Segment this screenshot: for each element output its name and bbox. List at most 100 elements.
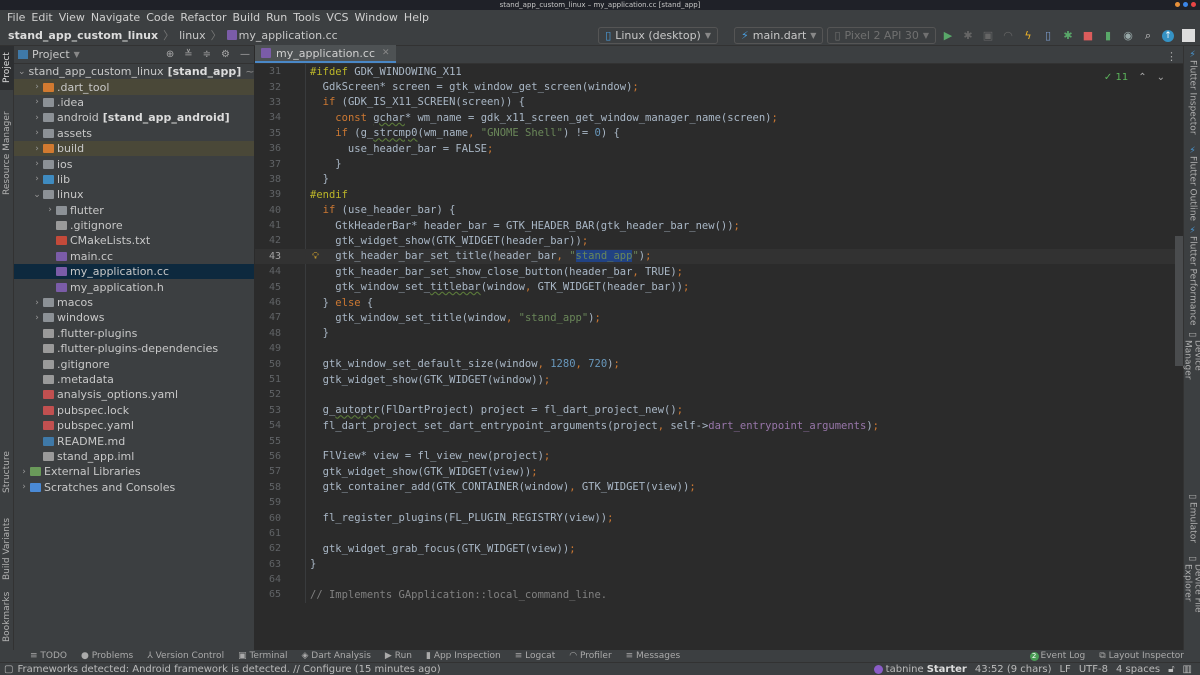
status-message[interactable]: Frameworks detected: Android framework i… [17, 664, 440, 675]
menu-vcs[interactable]: VCS [323, 10, 351, 25]
code-line[interactable]: 55 [255, 433, 1183, 448]
tree-item[interactable]: CMakeLists.txt [14, 233, 254, 248]
cursor-position[interactable]: 43:52 (9 chars) [975, 664, 1052, 675]
tool-window-profiler[interactable]: ◠ Profiler [569, 651, 611, 661]
tabnine-widget[interactable]: tabnine Starter [873, 664, 967, 675]
code-line[interactable]: 57 gtk_widget_show(GTK_WIDGET(view)); [255, 464, 1183, 479]
code-line[interactable]: 38 } [255, 172, 1183, 187]
code-line[interactable]: 54 fl_dart_project_set_dart_entrypoint_a… [255, 418, 1183, 433]
line-separator[interactable]: LF [1059, 664, 1070, 675]
chevron-right-icon[interactable]: › [18, 482, 30, 492]
emulator-selector[interactable]: ▯ Pixel 2 API 30 ▼ [827, 27, 936, 44]
device-icon[interactable]: ▯ [1040, 28, 1056, 44]
project-view-selector[interactable]: Project [32, 48, 70, 61]
code-line[interactable]: 37 } [255, 156, 1183, 171]
tree-item[interactable]: .flutter-plugins [14, 326, 254, 341]
chevron-right-icon[interactable]: › [31, 128, 43, 138]
tool-window-logcat[interactable]: ≡ Logcat [515, 651, 555, 661]
chevron-right-icon[interactable]: › [31, 313, 43, 323]
code-line[interactable]: 32 GdkScreen* screen = gtk_window_get_sc… [255, 79, 1183, 94]
chevron-right-icon[interactable]: › [31, 159, 43, 169]
run-icon[interactable]: ▶ [940, 28, 956, 44]
code-line[interactable]: 64 [255, 572, 1183, 587]
tree-item[interactable]: › lib [14, 172, 254, 187]
menu-navigate[interactable]: Navigate [88, 10, 143, 25]
build-variants-tool-tab[interactable]: Build Variants [0, 510, 14, 588]
flutter-outline-tool-tab[interactable]: ⚡ Flutter Outline [1185, 146, 1200, 226]
chevron-right-icon[interactable]: › [31, 298, 43, 308]
menu-file[interactable]: File [4, 10, 28, 25]
tree-item[interactable]: › windows [14, 310, 254, 325]
breadcrumb-folder[interactable]: linux [179, 29, 206, 42]
code-line[interactable]: 53 g_autoptr(FlDartProject) project = fl… [255, 403, 1183, 418]
menu-window[interactable]: Window [352, 10, 401, 25]
search-icon[interactable]: ⌕ [1140, 28, 1156, 44]
debug-icon[interactable]: ✱ [960, 28, 976, 44]
tree-item[interactable]: .flutter-plugins-dependencies [14, 341, 254, 356]
collapse-all-icon[interactable]: ≑ [203, 49, 211, 60]
update-icon[interactable]: ↑ [1160, 28, 1176, 44]
window-controls[interactable] [1175, 2, 1196, 7]
tree-item[interactable]: › ios [14, 156, 254, 171]
memory-indicator-icon[interactable]: ▥ [1183, 664, 1192, 675]
menu-refactor[interactable]: Refactor [177, 10, 229, 25]
tool-window-app-inspection[interactable]: ▮ App Inspection [426, 651, 501, 661]
code-line[interactable]: 46 } else { [255, 295, 1183, 310]
code-line[interactable]: 59 [255, 495, 1183, 510]
code-area[interactable]: 31 #ifdef GDK_WINDOWING_X11 32 GdkScreen* … [255, 64, 1183, 603]
maximize-button[interactable] [1183, 2, 1188, 7]
device-file-explorer-tool-tab[interactable]: ▭ Device File Explorer [1183, 554, 1200, 644]
emulator-tool-tab[interactable]: ▭ Emulator [1185, 492, 1200, 543]
tree-item[interactable]: README.md [14, 433, 254, 448]
code-line[interactable]: 56 FlView* view = fl_view_new(project); [255, 449, 1183, 464]
chevron-down-icon[interactable]: ▼ [74, 50, 80, 59]
tree-item[interactable]: .gitignore [14, 356, 254, 371]
tool-window-messages[interactable]: ≡ Messages [626, 651, 681, 661]
hide-icon[interactable]: — [240, 49, 250, 60]
code-line[interactable]: 42 gtk_widget_show(GTK_WIDGET(header_bar… [255, 233, 1183, 248]
flutter-performance-tool-tab[interactable]: ⚡ Flutter Performance [1185, 226, 1200, 326]
menu-code[interactable]: Code [143, 10, 177, 25]
menu-run[interactable]: Run [263, 10, 290, 25]
indent-setting[interactable]: 4 spaces [1116, 664, 1160, 675]
minimize-button[interactable] [1175, 2, 1180, 7]
tree-item[interactable]: › flutter [14, 203, 254, 218]
tool-window-dart-analysis[interactable]: ◈ Dart Analysis [302, 651, 371, 661]
code-line[interactable]: 49 [255, 341, 1183, 356]
avatar-icon[interactable] [1180, 28, 1196, 44]
avd-manager-icon[interactable]: ▮ [1100, 28, 1116, 44]
tool-window-problems[interactable]: ● Problems [81, 651, 133, 661]
tool-window-todo[interactable]: ≡ TODO [30, 651, 67, 661]
project-tool-tab[interactable]: Project [0, 46, 14, 90]
tree-item[interactable]: ⌄ linux [14, 187, 254, 202]
event-log-button[interactable]: 2 Event Log [1029, 651, 1085, 661]
tool-window-run[interactable]: ▶ Run [385, 651, 412, 661]
chevron-right-icon[interactable]: › [44, 205, 56, 215]
lock-icon[interactable]: 🔓︎ [1168, 664, 1174, 675]
chevron-down-icon[interactable]: ⌄ [31, 190, 43, 200]
chevron-down-icon[interactable]: ⌄ [18, 67, 26, 77]
code-line[interactable]: 63} [255, 557, 1183, 572]
close-tab-icon[interactable]: ✕ [382, 48, 390, 58]
tree-item[interactable]: pubspec.yaml [14, 418, 254, 433]
code-line[interactable]: 31 #ifdef GDK_WINDOWING_X11 [255, 64, 1183, 79]
menu-edit[interactable]: Edit [28, 10, 55, 25]
tree-item[interactable]: .gitignore [14, 218, 254, 233]
tree-item[interactable]: › External Libraries [14, 464, 254, 479]
profile-icon[interactable]: ◠ [1000, 28, 1016, 44]
close-button[interactable] [1191, 2, 1196, 7]
tree-item[interactable]: .metadata [14, 372, 254, 387]
expand-all-icon[interactable]: ≚ [184, 49, 192, 60]
tree-item[interactable]: › assets [14, 126, 254, 141]
menu-view[interactable]: View [56, 10, 88, 25]
code-line[interactable]: 65 // Implements GApplication::local_comm… [255, 587, 1183, 602]
chevron-right-icon[interactable]: › [31, 174, 43, 184]
attach-icon[interactable]: ▣ [980, 28, 996, 44]
tree-item[interactable]: › .dart_tool [14, 79, 254, 95]
code-line[interactable]: 33 if (GDK_IS_X11_SCREEN(screen)) { [255, 95, 1183, 110]
stop-icon[interactable]: ■ [1080, 28, 1096, 44]
debug-attach-icon[interactable]: ✱ [1060, 28, 1076, 44]
lightbulb-icon[interactable]: 💡︎ [312, 251, 319, 262]
code-line[interactable]: 34 const gchar* wm_name = gdk_x11_screen… [255, 110, 1183, 125]
code-line[interactable]: 39 #endif [255, 187, 1183, 202]
